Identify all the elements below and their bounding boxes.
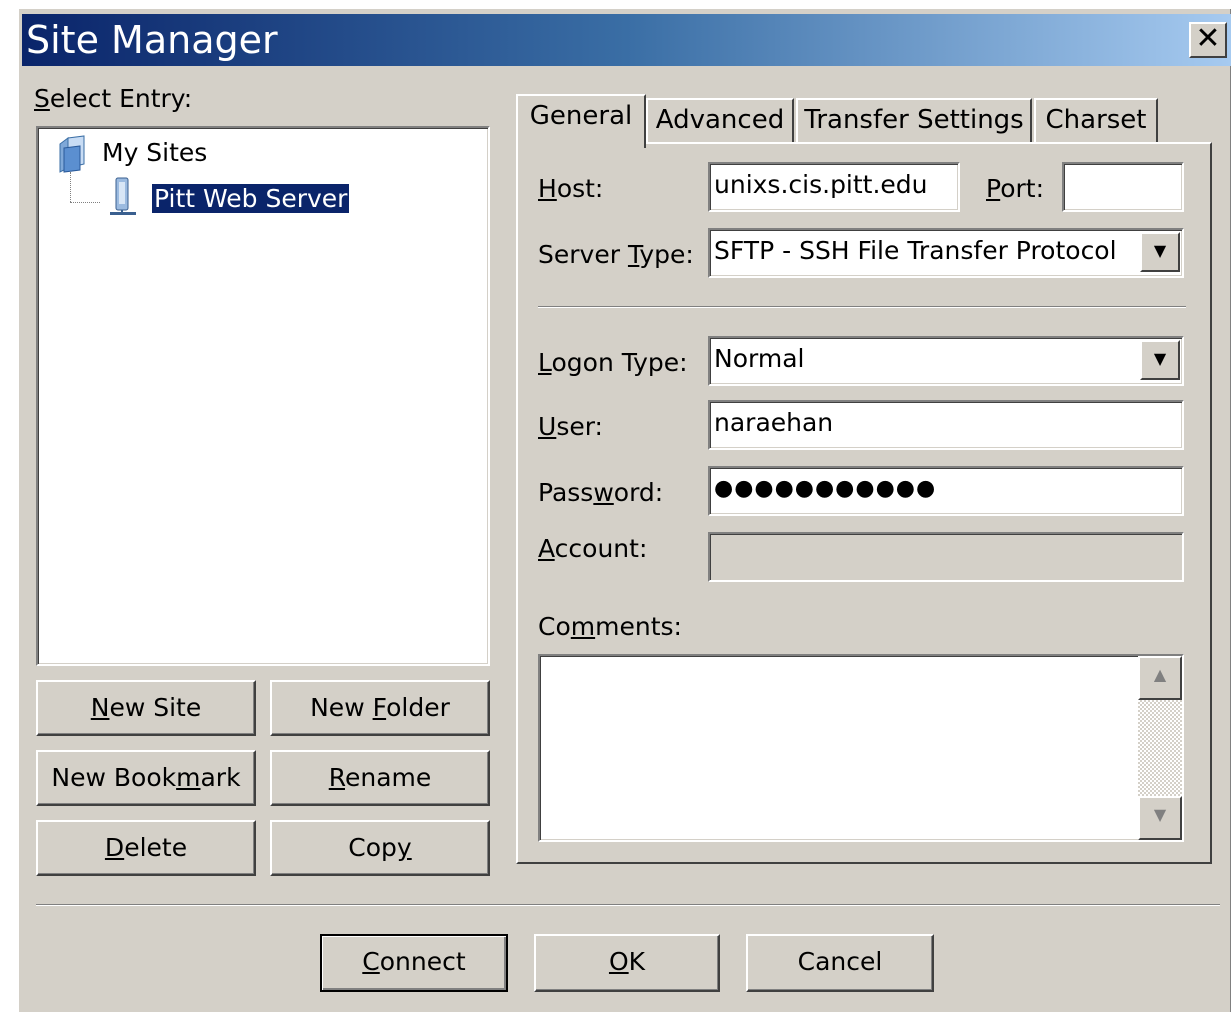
user-input[interactable]: naraehan [708, 400, 1184, 450]
server-type-dropdown-button[interactable]: ▼ [1140, 232, 1180, 272]
comments-label: Comments: [538, 612, 682, 641]
tree-connector-vertical [70, 172, 71, 202]
password-value: ●●●●●●●●●●● [714, 476, 937, 501]
tree-connector-horizontal [70, 202, 100, 203]
copy-button[interactable]: Copy [270, 820, 490, 876]
new-folder-button[interactable]: New Folder [270, 680, 490, 736]
server-type-select[interactable]: SFTP - SSH File Transfer Protocol ▼ [708, 228, 1184, 278]
password-label: Password: [538, 478, 664, 507]
new-bookmark-button[interactable]: New Bookmark [36, 750, 256, 806]
tab-advanced-label: Advanced [655, 105, 785, 135]
site-tree[interactable]: My Sites Pitt Web Server [36, 126, 490, 666]
bottom-separator [36, 904, 1220, 906]
close-button[interactable]: ✕ [1189, 22, 1227, 58]
close-icon: ✕ [1195, 21, 1221, 56]
logon-type-select[interactable]: Normal ▼ [708, 336, 1184, 386]
port-input[interactable] [1062, 162, 1184, 212]
host-value: unixs.cis.pitt.edu [714, 170, 928, 199]
scroll-down-icon: ▼ [1153, 805, 1167, 824]
tab-charset[interactable]: Charset [1034, 98, 1158, 144]
user-value: naraehan [714, 408, 834, 437]
selected-site-label: Pitt Web Server [150, 183, 351, 214]
logon-type-value: Normal [714, 344, 805, 373]
title-bar[interactable]: Site Manager ✕ [22, 14, 1231, 66]
scroll-down-button[interactable]: ▼ [1138, 796, 1182, 840]
comments-textarea[interactable]: ▲ ▼ [538, 654, 1184, 842]
connect-button[interactable]: Connect [320, 934, 508, 992]
tree-item-pitt-web-server[interactable]: Pitt Web Server [150, 182, 351, 216]
ok-button[interactable]: OK [534, 934, 720, 992]
host-input[interactable]: unixs.cis.pitt.edu [708, 162, 960, 212]
logon-type-dropdown-button[interactable]: ▼ [1140, 340, 1180, 380]
tab-general[interactable]: General [516, 94, 646, 148]
tree-item-my-sites[interactable]: My Sites [102, 136, 207, 170]
tab-charset-label: Charset [1045, 105, 1147, 135]
chevron-down-icon: ▼ [1153, 241, 1167, 260]
server-type-label: Server Type: [538, 240, 694, 269]
tab-transfer-settings-label: Transfer Settings [804, 105, 1024, 135]
account-label: Account: [538, 534, 648, 563]
window-title: Site Manager [26, 18, 278, 62]
logon-type-label: Logon Type: [538, 348, 688, 377]
chevron-down-icon: ▼ [1153, 349, 1167, 368]
host-label: Host: [538, 174, 604, 203]
server-icon [110, 177, 136, 215]
scroll-up-button[interactable]: ▲ [1138, 656, 1182, 700]
new-site-button[interactable]: New Site [36, 680, 256, 736]
tab-transfer-settings[interactable]: Transfer Settings [796, 98, 1032, 144]
folder-icon [59, 135, 85, 173]
account-input-disabled [708, 532, 1184, 582]
scroll-up-icon: ▲ [1153, 665, 1167, 684]
tab-advanced[interactable]: Advanced [646, 98, 794, 144]
comments-scrollbar[interactable]: ▲ ▼ [1138, 656, 1182, 840]
server-type-value: SFTP - SSH File Transfer Protocol [714, 236, 1117, 265]
tab-general-label: General [529, 101, 633, 131]
panel-separator [538, 306, 1186, 308]
select-entry-label: Select Entry: [34, 84, 193, 113]
user-label: User: [538, 412, 603, 441]
rename-button[interactable]: Rename [270, 750, 490, 806]
cancel-button[interactable]: Cancel [746, 934, 934, 992]
password-input[interactable]: ●●●●●●●●●●● [708, 466, 1184, 516]
port-label: Port: [986, 174, 1044, 203]
delete-button[interactable]: Delete [36, 820, 256, 876]
